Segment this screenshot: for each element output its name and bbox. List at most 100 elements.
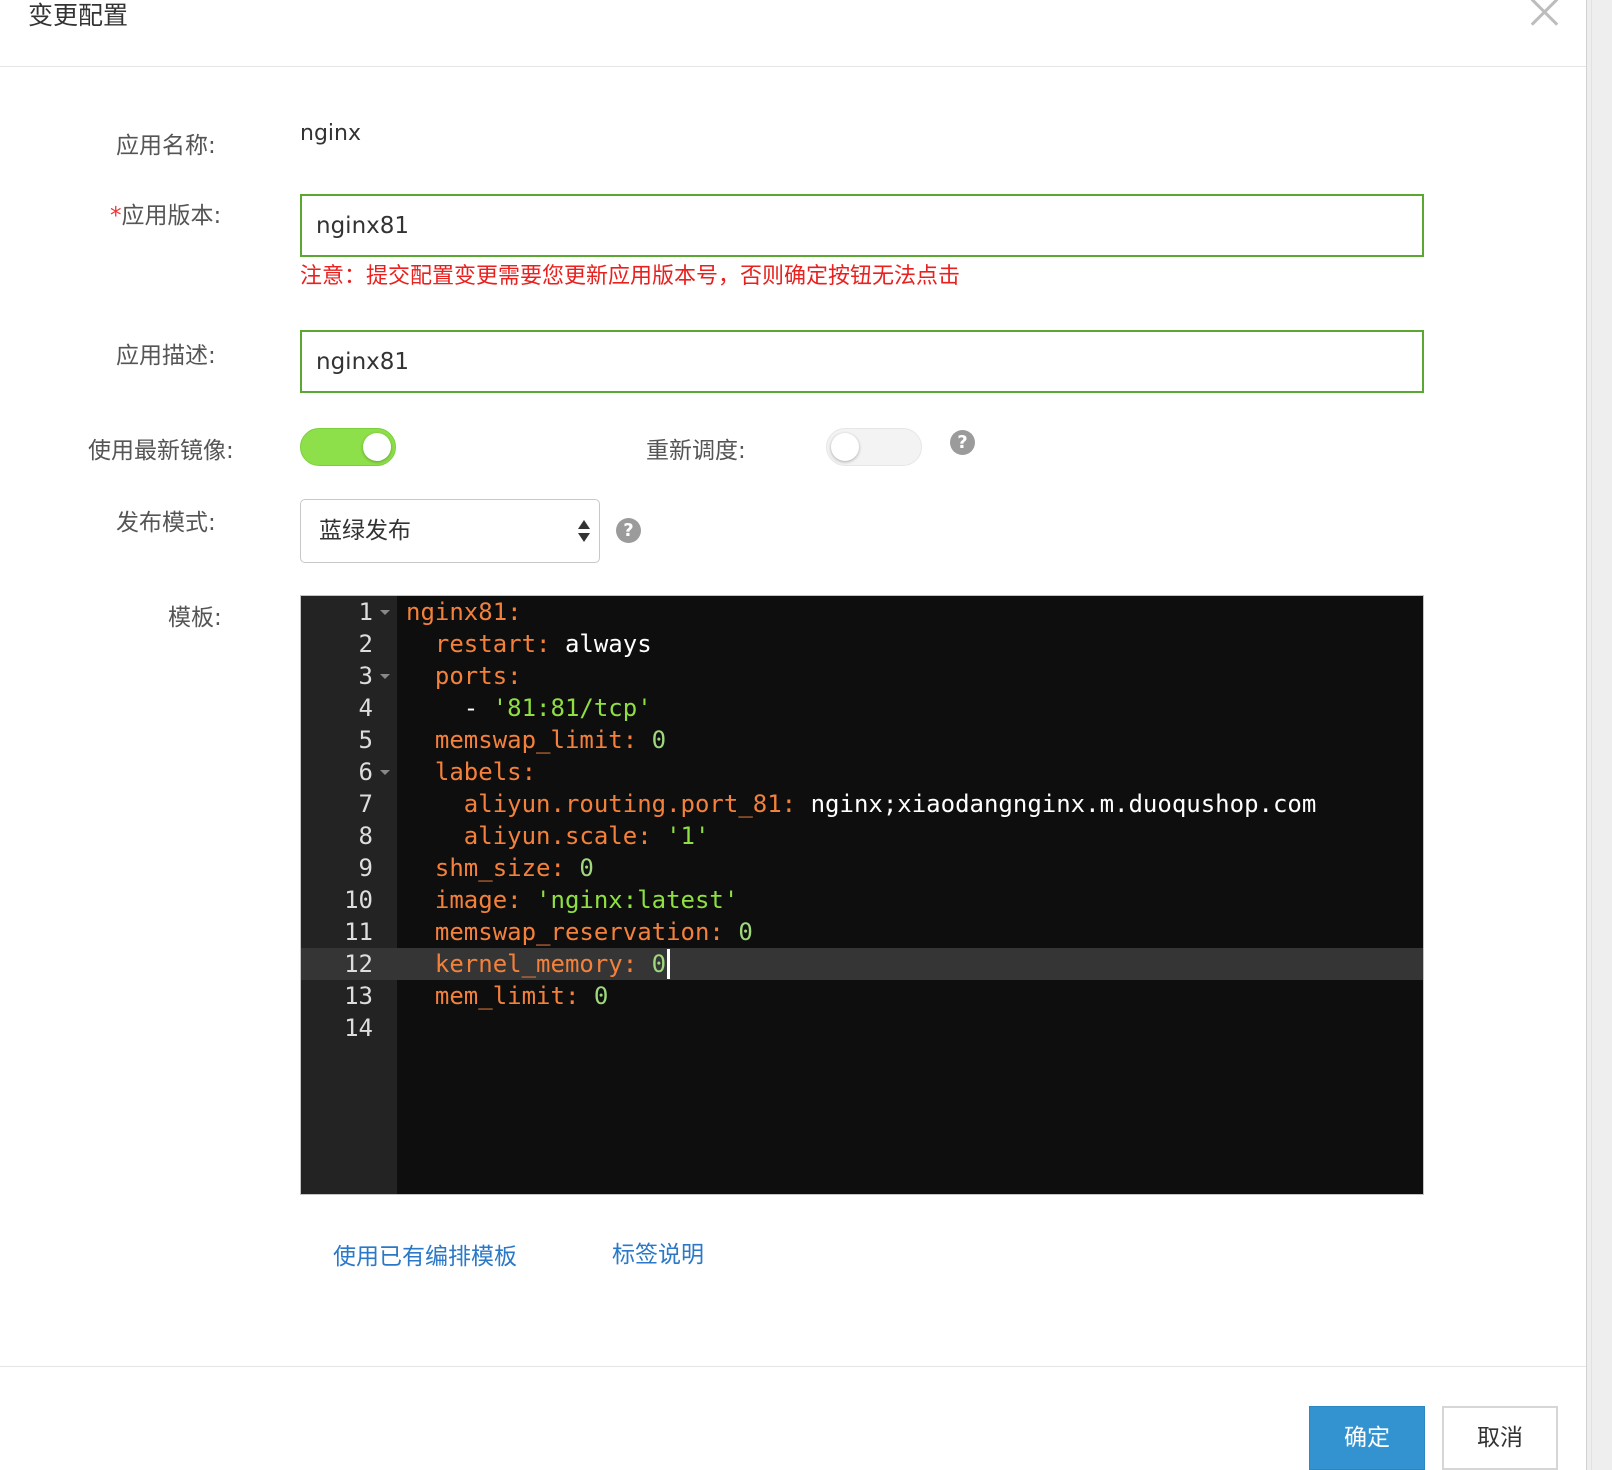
background-page-edge <box>1586 0 1612 1470</box>
use-latest-image-toggle[interactable] <box>300 428 396 466</box>
app-version-label: *应用版本: <box>110 201 221 231</box>
code-text: kernel_memory: 0 <box>406 948 671 980</box>
app-desc-label: 应用描述: <box>116 343 216 369</box>
code-token: 0 <box>579 982 609 1010</box>
use-existing-template-link[interactable]: 使用已有编排模板 <box>333 1242 517 1272</box>
code-line[interactable]: 4 - '81:81/tcp' <box>301 692 1423 724</box>
line-number: 10 <box>344 886 373 914</box>
code-line[interactable]: 12 kernel_memory: 0 <box>301 948 1423 980</box>
code-token: restart: <box>406 630 551 658</box>
release-mode-help-icon[interactable]: ? <box>616 518 641 543</box>
code-text: memswap_limit: 0 <box>406 724 666 756</box>
reschedule-help-icon[interactable]: ? <box>950 430 975 455</box>
line-number: 14 <box>344 1014 373 1042</box>
text-cursor <box>667 949 671 979</box>
app-desc-input[interactable] <box>300 330 1424 393</box>
toggle-knob <box>831 433 859 461</box>
code-token: always <box>550 630 652 658</box>
code-text: labels: <box>406 756 536 788</box>
code-token: image: <box>406 886 522 914</box>
code-token: nginx;xiaodangnginx.m.duoqushop.com <box>796 790 1317 818</box>
reschedule-toggle[interactable] <box>826 428 922 466</box>
code-text: nginx81: <box>406 596 522 628</box>
reschedule-label: 重新调度: <box>646 438 746 464</box>
code-token: kernel_memory: <box>406 950 638 978</box>
app-name-label: 应用名称: <box>116 133 216 159</box>
close-icon[interactable] <box>1528 0 1562 30</box>
line-number: 7 <box>358 790 373 818</box>
use-latest-image-label: 使用最新镜像: <box>88 438 234 464</box>
code-line[interactable]: 9 shm_size: 0 <box>301 852 1423 884</box>
line-number: 2 <box>358 630 373 658</box>
code-text: aliyun.scale: '1' <box>406 820 710 852</box>
release-mode-label: 发布模式: <box>116 510 216 536</box>
select-arrows-icon <box>577 518 591 546</box>
line-number: 12 <box>344 950 373 978</box>
code-token: aliyun.routing.port_81: <box>406 790 797 818</box>
code-token: aliyun.scale: <box>406 822 652 850</box>
code-text: restart: always <box>406 628 652 660</box>
code-text: aliyun.routing.port_81: nginx;xiaodangng… <box>406 788 1317 820</box>
code-token: memswap_reservation: <box>406 918 724 946</box>
code-text: shm_size: 0 <box>406 852 594 884</box>
code-line[interactable]: 1 nginx81: <box>301 596 1423 628</box>
code-line[interactable]: 7 aliyun.routing.port_81: nginx;xiaodang… <box>301 788 1423 820</box>
code-text: image: 'nginx:latest' <box>406 884 738 916</box>
release-mode-select[interactable]: 蓝绿发布 <box>300 499 600 563</box>
code-token: memswap_limit: <box>406 726 638 754</box>
cancel-button[interactable]: 取消 <box>1442 1406 1558 1470</box>
code-token: ports: <box>406 662 522 690</box>
code-text: - '81:81/tcp' <box>406 692 652 724</box>
app-version-label-text: 应用版本: <box>121 203 222 229</box>
dialog-header: 变更配置 <box>0 0 1586 67</box>
template-label: 模板: <box>168 605 222 631</box>
label-help-link[interactable]: 标签说明 <box>612 1240 704 1270</box>
code-text: memswap_reservation: 0 <box>406 916 753 948</box>
line-number: 13 <box>344 982 373 1010</box>
code-token: mem_limit: <box>406 982 580 1010</box>
fold-arrow-icon[interactable] <box>380 610 390 615</box>
code-line[interactable]: 8 aliyun.scale: '1' <box>301 820 1423 852</box>
change-config-dialog: 变更配置 应用名称: nginx *应用版本: 注意：提交配置变更需要您更新应用… <box>0 0 1586 1470</box>
line-number: 4 <box>358 694 373 722</box>
release-mode-value: 蓝绿发布 <box>319 518 411 544</box>
code-token: '81:81/tcp' <box>478 694 652 722</box>
code-token: labels: <box>406 758 537 786</box>
version-warning: 注意：提交配置变更需要您更新应用版本号，否则确定按钮无法点击 <box>300 264 961 289</box>
code-text: ports: <box>406 660 522 692</box>
required-mark: * <box>110 203 122 229</box>
code-line[interactable]: 14 <box>301 1012 1423 1044</box>
line-number: 1 <box>358 598 373 626</box>
code-token: 0 <box>564 854 594 882</box>
line-number: 9 <box>358 854 373 882</box>
code-line[interactable]: 5 memswap_limit: 0 <box>301 724 1423 756</box>
code-line[interactable]: 2 restart: always <box>301 628 1423 660</box>
code-line[interactable]: 6 labels: <box>301 756 1423 788</box>
line-number: 5 <box>358 726 373 754</box>
line-number: 11 <box>344 918 373 946</box>
line-number: 3 <box>358 662 373 690</box>
code-token: - <box>406 694 479 722</box>
fold-arrow-icon[interactable] <box>380 674 390 679</box>
code-token: shm_size: <box>406 854 565 882</box>
code-line[interactable]: 13 mem_limit: 0 <box>301 980 1423 1012</box>
code-token: 0 <box>637 726 667 754</box>
code-line[interactable]: 11 memswap_reservation: 0 <box>301 916 1423 948</box>
code-line[interactable]: 10 image: 'nginx:latest' <box>301 884 1423 916</box>
code-token: nginx81: <box>406 598 522 626</box>
app-version-input[interactable] <box>300 194 1424 257</box>
code-line[interactable]: 3 ports: <box>301 660 1423 692</box>
code-token: 0 <box>723 918 753 946</box>
code-token: 'nginx:latest' <box>521 886 739 914</box>
code-token: '1' <box>651 822 710 850</box>
line-number: 8 <box>358 822 373 850</box>
app-name-value: nginx <box>300 121 361 146</box>
code-token: 0 <box>637 950 667 978</box>
toggle-knob <box>363 433 391 461</box>
dialog-title: 变更配置 <box>28 1 129 30</box>
confirm-button[interactable]: 确定 <box>1309 1406 1425 1470</box>
code-text: mem_limit: 0 <box>406 980 608 1012</box>
fold-arrow-icon[interactable] <box>380 770 390 775</box>
template-code-editor[interactable]: 1 nginx81: 2 restart: always 3 ports: 4 - '8… <box>300 595 1424 1195</box>
line-number: 6 <box>358 758 373 786</box>
